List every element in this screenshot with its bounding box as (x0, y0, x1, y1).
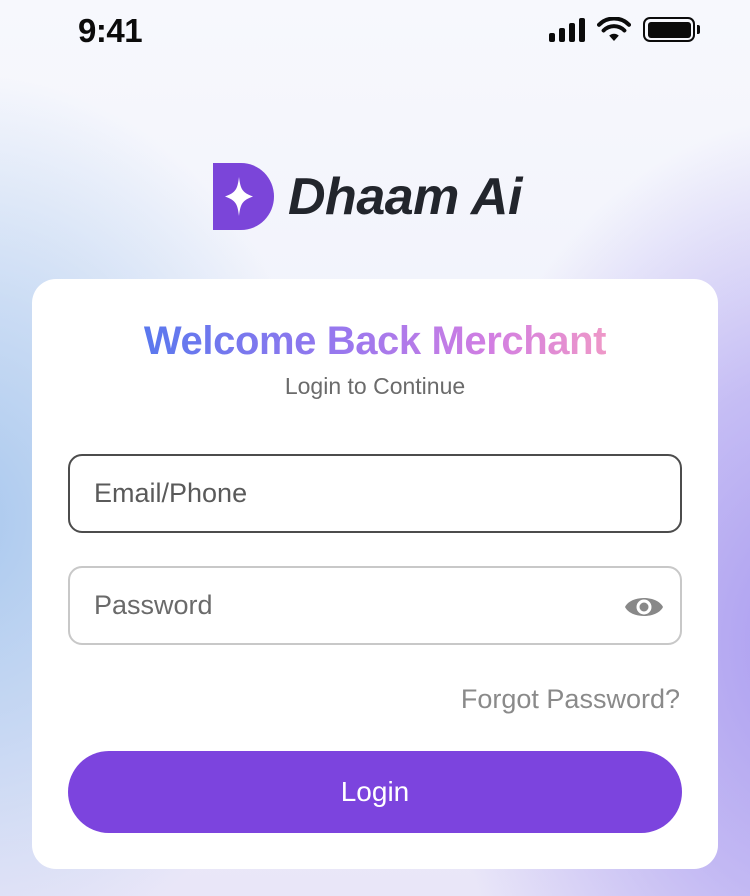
status-bar: 9:41 (0, 0, 750, 62)
signal-icon (549, 17, 585, 42)
status-time: 9:41 (78, 12, 143, 49)
forgot-password-link[interactable]: Forgot Password? (461, 684, 680, 715)
eye-icon[interactable] (624, 592, 664, 622)
card-title-text: Welcome Back Merchant (143, 319, 607, 363)
password-field (68, 566, 682, 645)
email-input[interactable] (70, 456, 680, 531)
battery-icon (643, 17, 700, 42)
email-field (68, 454, 682, 533)
brand-name: Dhaam Ai (288, 167, 522, 226)
card-title: Welcome Back Merchant (32, 319, 718, 363)
status-icons (549, 17, 700, 42)
password-input[interactable] (70, 568, 680, 643)
card-subtitle: Login to Continue (284, 373, 466, 399)
brand: Dhaam Ai (213, 163, 522, 230)
login-card: Welcome Back Merchant Login to Continue … (32, 279, 718, 869)
wifi-icon (597, 17, 631, 41)
brand-logo-icon (213, 163, 274, 230)
login-button[interactable]: Login (68, 751, 682, 833)
